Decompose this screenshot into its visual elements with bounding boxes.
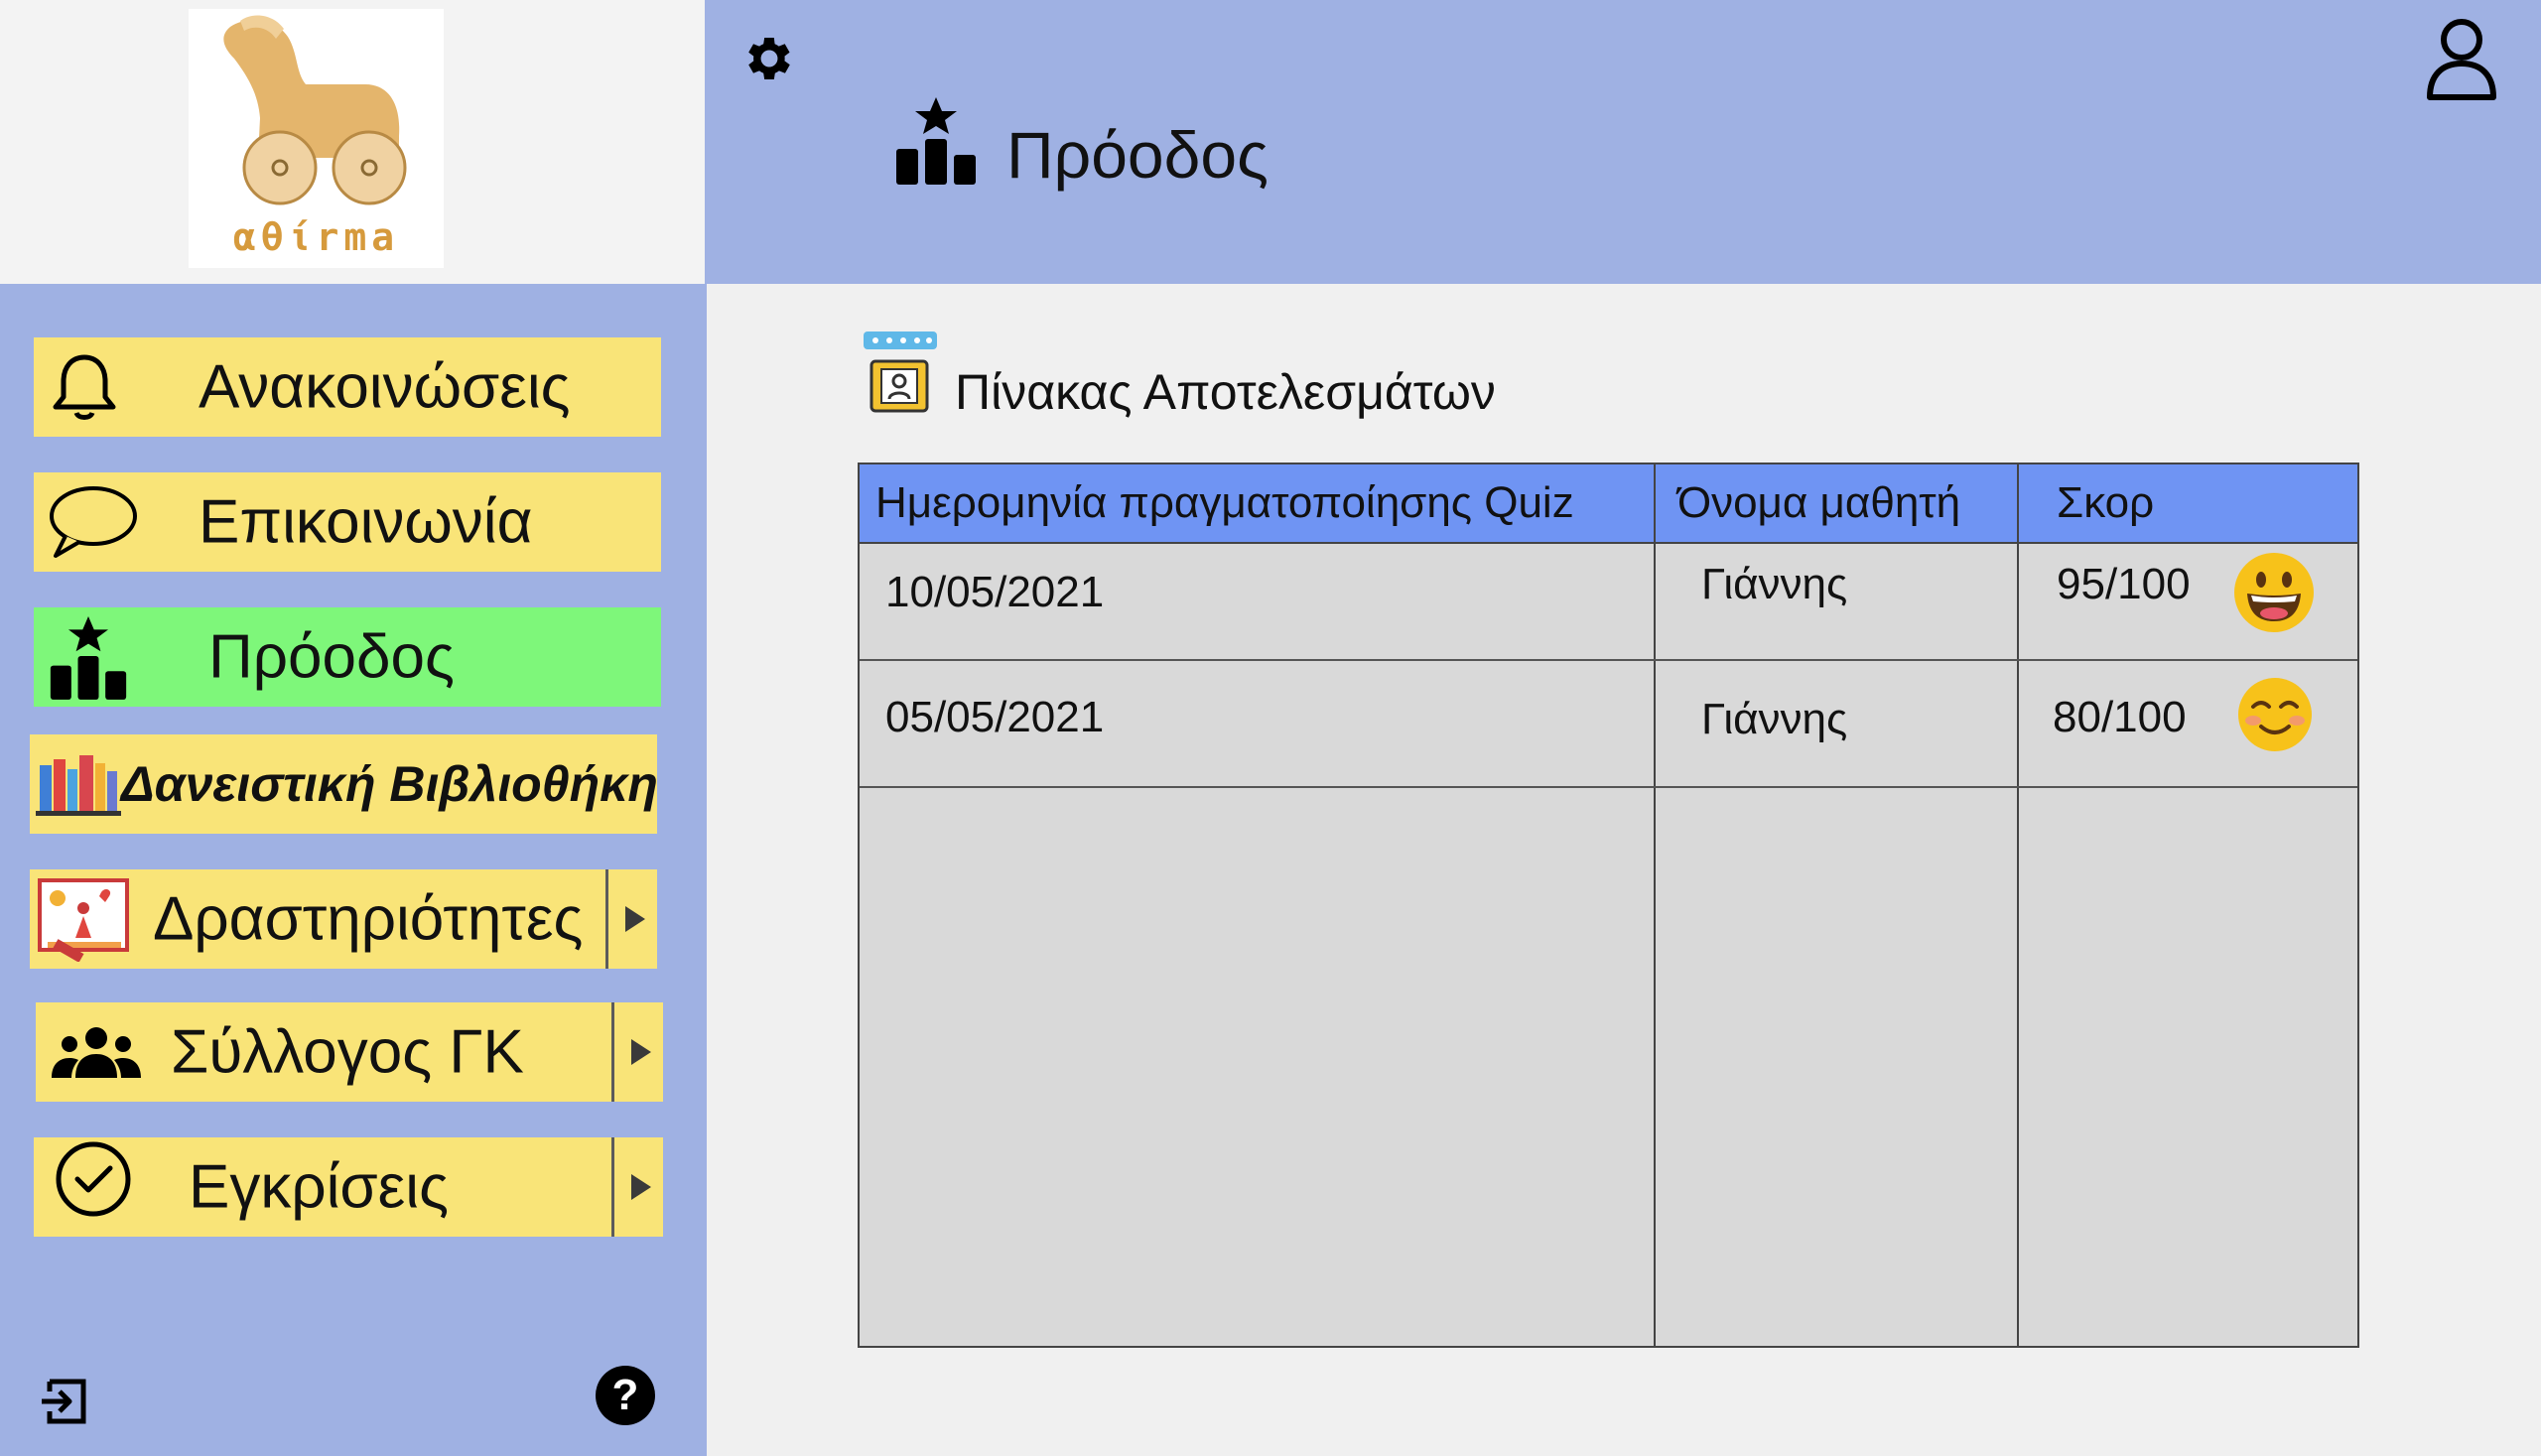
- gear-icon[interactable]: [740, 30, 798, 87]
- cell-score: 80/100: [2053, 693, 2187, 741]
- help-button[interactable]: ?: [596, 1366, 655, 1425]
- grinning-face-icon: [2234, 553, 2314, 632]
- submenu-arrow-icon[interactable]: [611, 1137, 663, 1237]
- column-divider: [2017, 464, 2019, 1346]
- scoreboard-icon: [864, 331, 937, 413]
- sidebar-item-lending-library[interactable]: Δανειστική Βιβλιοθήκη: [30, 734, 658, 834]
- books-icon: [36, 755, 121, 816]
- sidebar-item-label: Ανακοινώσεις: [199, 352, 571, 422]
- sidebar-item-activities[interactable]: Δραστηριότητες: [30, 869, 657, 969]
- drawing-icon: [38, 878, 129, 962]
- cell-date: 10/05/2021: [885, 568, 1105, 616]
- sidebar: Ανακοινώσεις Επικοινωνία Πρόοδος Δανειστ…: [0, 284, 707, 1456]
- chat-bubble-icon: [50, 486, 137, 558]
- table-header: Ημερομηνία πραγματοποίησης Quiz Όνομα μα…: [860, 464, 2357, 544]
- user-icon[interactable]: [2424, 16, 2499, 103]
- top-header: Πρόοδος: [705, 0, 2541, 284]
- sidebar-item-progress[interactable]: Πρόοδος: [34, 607, 661, 707]
- cell-student: Γιάννης: [1701, 560, 1848, 608]
- cell-student: Γιάννης: [1701, 695, 1848, 743]
- sidebar-item-label: Επικοινωνία: [199, 487, 533, 557]
- column-header-score[interactable]: Σκορ: [2057, 464, 2154, 542]
- sidebar-item-label: Σύλλογος ΓΚ: [171, 1017, 524, 1087]
- submenu-arrow-icon[interactable]: [611, 1002, 663, 1102]
- logout-icon[interactable]: [40, 1376, 91, 1427]
- group-icon: [52, 1027, 141, 1078]
- sidebar-item-label: Δανειστική Βιβλιοθήκη: [121, 756, 658, 812]
- logo-area: αθίrma: [0, 0, 705, 284]
- results-table: Ημερομηνία πραγματοποίησης Quiz Όνομα μα…: [858, 463, 2359, 1348]
- sidebar-item-label: Εγκρίσεις: [189, 1152, 449, 1222]
- sidebar-item-communication[interactable]: Επικοινωνία: [34, 472, 661, 572]
- sidebar-item-label: Δραστηριότητες: [153, 884, 584, 954]
- row-divider: [860, 786, 2357, 788]
- sidebar-item-approvals[interactable]: Εγκρίσεις: [34, 1137, 663, 1237]
- column-divider: [1654, 464, 1656, 1346]
- wooden-horse-icon: [223, 15, 407, 205]
- sidebar-item-announcements[interactable]: Ανακοινώσεις: [34, 337, 661, 437]
- sidebar-item-label: Πρόοδος: [208, 622, 455, 692]
- sidebar-item-association[interactable]: Σύλλογος ΓΚ: [36, 1002, 663, 1102]
- column-header-student[interactable]: Όνομα μαθητή: [1677, 464, 1960, 542]
- podium-icon: [50, 616, 127, 700]
- logo-text: αθίrma: [232, 215, 400, 259]
- column-header-date[interactable]: Ημερομηνία πραγματοποίησης Quiz: [875, 464, 1574, 542]
- bell-icon: [53, 354, 116, 420]
- app-logo[interactable]: αθίrma: [189, 9, 444, 268]
- section-title: Πίνακας Αποτελεσμάτων: [955, 364, 1496, 420]
- smiling-face-icon: [2238, 678, 2312, 751]
- cell-date: 05/05/2021: [885, 693, 1105, 741]
- cell-score: 95/100: [2057, 560, 2191, 608]
- submenu-arrow-icon[interactable]: [605, 869, 657, 969]
- page-title: Πρόοδος: [1006, 118, 1269, 192]
- podium-icon: [896, 97, 976, 185]
- check-circle-icon: [56, 1141, 131, 1217]
- row-divider: [860, 659, 2357, 661]
